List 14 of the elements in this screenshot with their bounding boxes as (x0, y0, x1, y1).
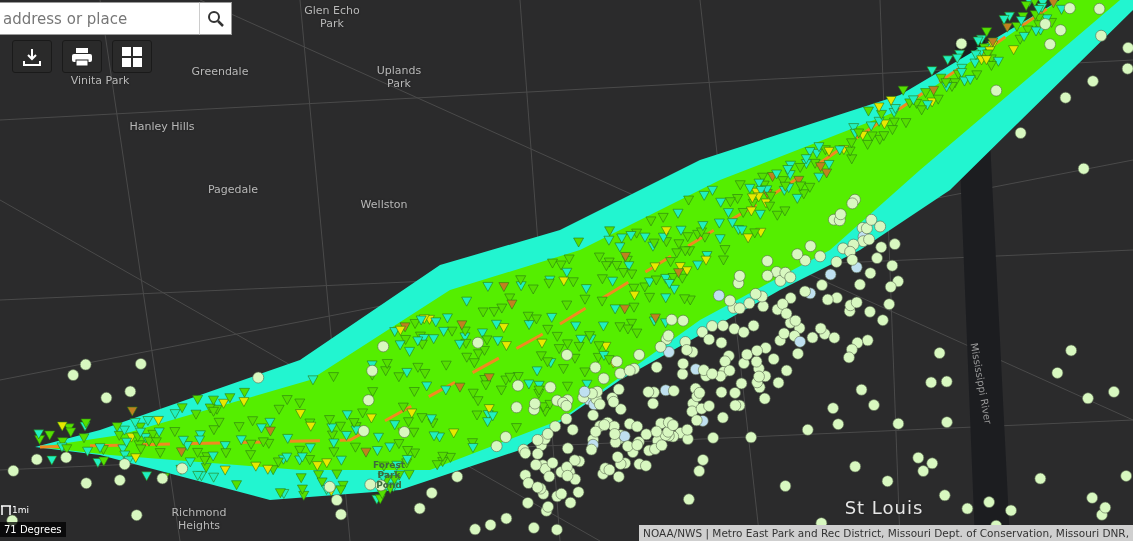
river-label: Mississippi River (968, 342, 994, 425)
place-label: Greendale (191, 65, 249, 78)
place-label: Vinita Park (70, 74, 130, 87)
place-label: Wellston (360, 198, 408, 211)
place-label: Pagedale (207, 183, 259, 196)
search-field[interactable]: address or place (0, 2, 199, 35)
place-label: St Louis (844, 497, 924, 519)
place-label: Glen Echo Park (304, 4, 360, 30)
place-label: Richmond Heights (171, 506, 227, 532)
scale-label: 1mi (12, 505, 29, 515)
place-label: Uplands Park (376, 64, 422, 90)
attribution-text: NOAA/NWS | Metro East Park and Rec District, Missouri Dept. of Conservation, Missouri DNR, (639, 525, 1133, 541)
coordinates-label: 71 Degrees (0, 522, 66, 537)
place-label: Hanley Hills (129, 120, 195, 133)
